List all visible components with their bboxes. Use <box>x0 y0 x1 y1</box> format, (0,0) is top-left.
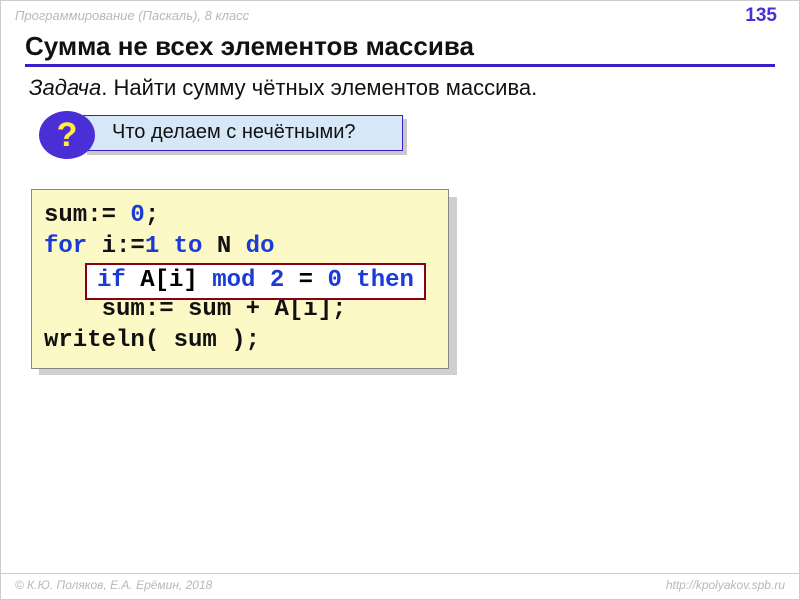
code-line-1: sum:= 0; <box>44 200 438 231</box>
title-row: Сумма не всех элементов массива <box>25 31 775 67</box>
slide-footer: © К.Ю. Поляков, Е.А. Ерёмин, 2018 http:/… <box>1 573 799 599</box>
code-highlight-condition: if A[i] mod 2 = 0 then <box>85 263 426 300</box>
slide-header: Программирование (Паскаль), 8 класс 135 <box>1 1 799 29</box>
slide-title: Сумма не всех элементов массива <box>25 31 775 62</box>
code-block: sum:= 0; for i:=1 to N do sum:= sum + A[… <box>31 189 449 369</box>
copyright-text: © К.Ю. Поляков, Е.А. Ерёмин, 2018 <box>15 578 212 599</box>
code-line-2: for i:=1 to N do <box>44 231 438 262</box>
code-line-5: writeln( sum ); <box>44 325 438 356</box>
question-badge: ? <box>39 111 95 159</box>
question-block: Что делаем с нечётными? ? <box>39 113 799 163</box>
question-mark-icon: ? <box>57 118 78 152</box>
task-label: Задача <box>29 75 101 100</box>
task-text: Задача. Найти сумму чётных элементов мас… <box>29 75 775 101</box>
course-label: Программирование (Паскаль), 8 класс <box>15 8 249 23</box>
task-body: . Найти сумму чётных элементов массива. <box>101 75 537 100</box>
question-box: Что делаем с нечётными? <box>83 115 403 151</box>
footer-url: http://kpolyakov.spb.ru <box>666 578 785 599</box>
page-number: 135 <box>745 5 777 27</box>
